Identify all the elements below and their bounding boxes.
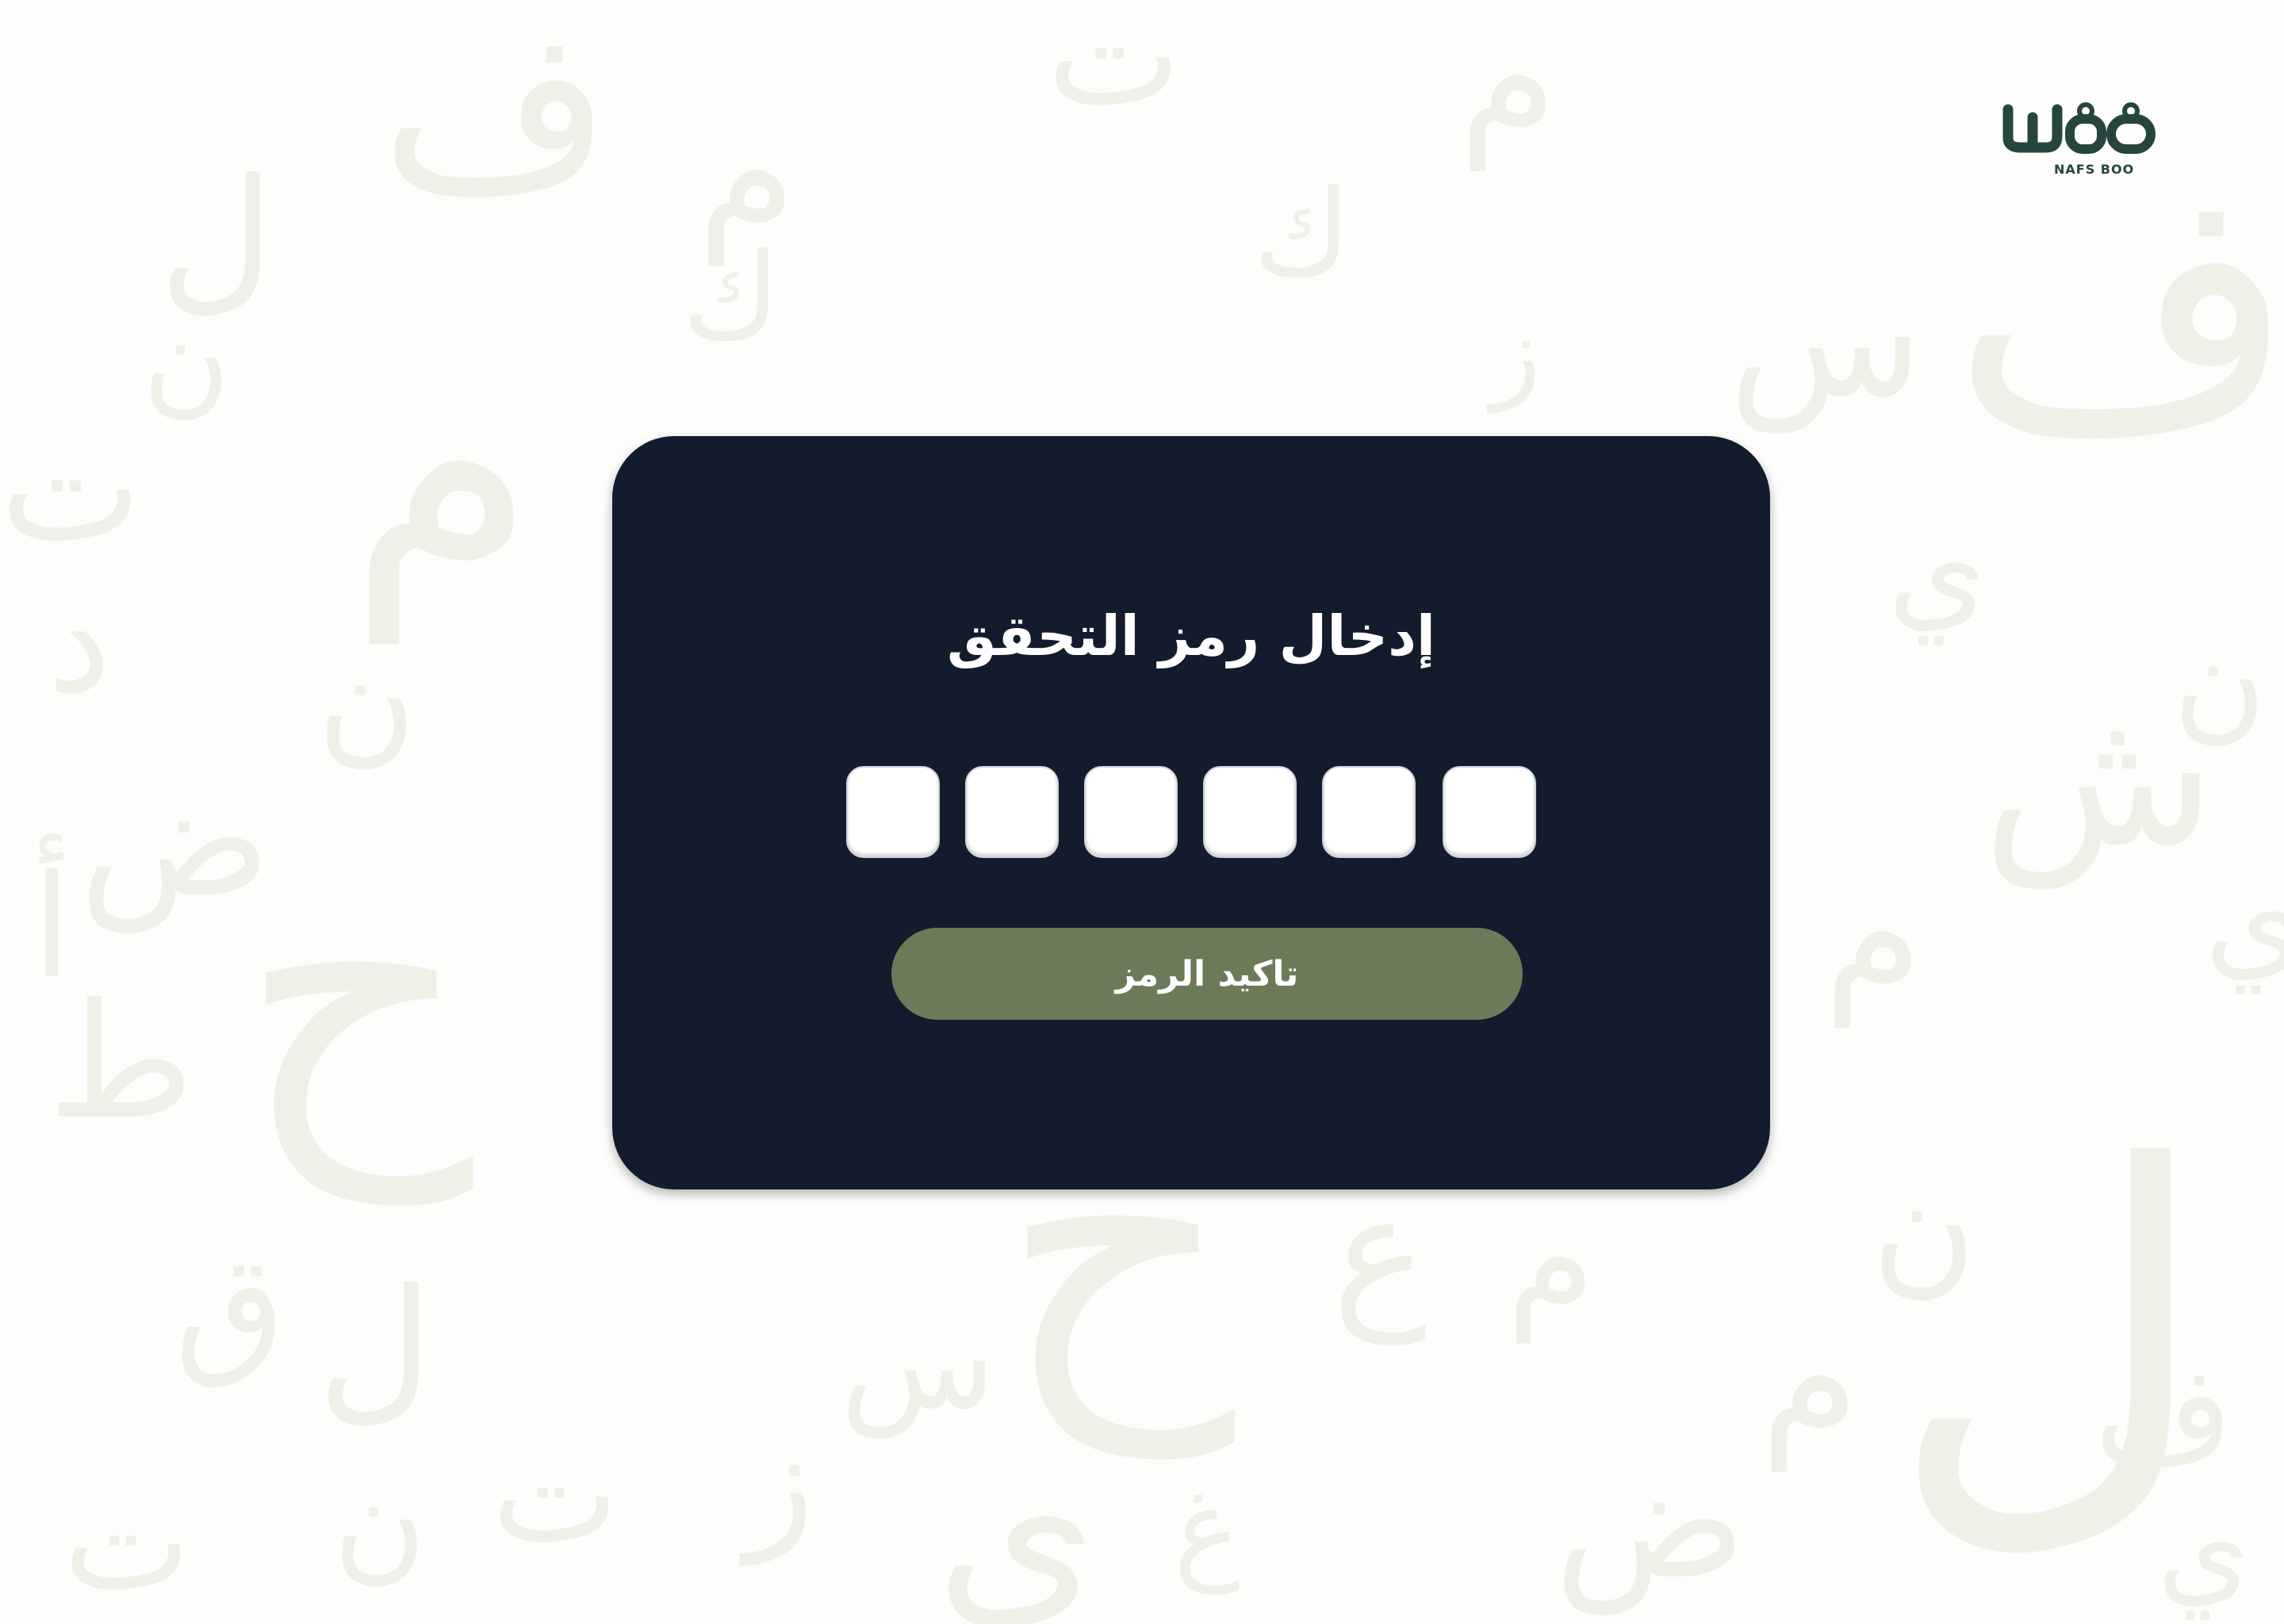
confirm-code-button[interactable]: تاكيد الرمز — [891, 928, 1523, 1020]
background-letter: ت — [63, 1464, 191, 1621]
background-letter: أ — [32, 845, 72, 1010]
background-letter: ك — [682, 228, 780, 366]
otp-input-row — [846, 766, 1540, 860]
logo-caption: NAFS BOO — [2054, 162, 2135, 177]
background-letter: س — [1729, 248, 1923, 433]
background-letter: ت — [492, 1416, 619, 1573]
background-letter: ن — [317, 623, 416, 780]
background-letter: ف — [2094, 1337, 2234, 1494]
nafs-logo: NAFS BOO — [1997, 95, 2163, 182]
background-letter: ت — [0, 400, 142, 575]
background-letter: س — [841, 1289, 996, 1438]
otp-digit-input[interactable] — [1322, 766, 1416, 858]
background-letter: ع — [1332, 1160, 1428, 1345]
background-letter: م — [1824, 843, 1922, 1028]
background-letter: م — [349, 292, 536, 643]
background-letter: د — [48, 559, 112, 725]
background-letter: ن — [333, 1448, 427, 1596]
background-letter: م — [698, 82, 796, 266]
nafs-logo-mark — [2002, 102, 2156, 154]
background-letter: ل — [159, 145, 274, 330]
background-letter: م — [1459, 0, 1558, 171]
background-letter: ك — [1253, 165, 1351, 303]
background-letter: ي — [2205, 845, 2284, 994]
background-letter: ن — [2173, 607, 2267, 756]
background-letter: ز — [745, 1400, 814, 1565]
background-letter: ل — [1887, 1074, 2210, 1591]
background-letter: ل — [317, 1255, 433, 1440]
background-letter: ي — [1887, 496, 1987, 645]
background-letter: ض — [1554, 1430, 1746, 1614]
background-letter: ت — [1047, 0, 1182, 138]
background-letter: ف — [1951, 115, 2284, 503]
otp-digit-input[interactable] — [965, 766, 1059, 858]
background-letter: ن — [143, 292, 231, 430]
background-letter: غ — [1174, 1465, 1240, 1595]
card-title: إدخال رمز التحقق — [946, 603, 1436, 668]
background-letter: ح — [238, 779, 473, 1203]
background-letter: ي — [2157, 1481, 2251, 1619]
background-letter: ي — [936, 1411, 1098, 1624]
background-letter: م — [1761, 1287, 1859, 1472]
otp-verification-card: إدخال رمز التحقق تاكيد الرمز — [612, 436, 1770, 1189]
background-letter: ف — [381, 0, 611, 240]
background-letter: ق — [174, 1225, 286, 1391]
background-letter: ش — [1983, 666, 2215, 888]
otp-digit-input[interactable] — [1084, 766, 1178, 858]
background-letter: م — [1507, 1178, 1596, 1343]
otp-digit-input[interactable] — [1203, 766, 1297, 858]
otp-digit-input[interactable] — [846, 766, 940, 858]
background-letter: ط — [48, 970, 194, 1155]
background-letter: ض — [79, 748, 271, 933]
otp-digit-input[interactable] — [1443, 766, 1536, 858]
background-letter: ز — [1491, 293, 1541, 413]
background-letter: ن — [1872, 1146, 1977, 1312]
